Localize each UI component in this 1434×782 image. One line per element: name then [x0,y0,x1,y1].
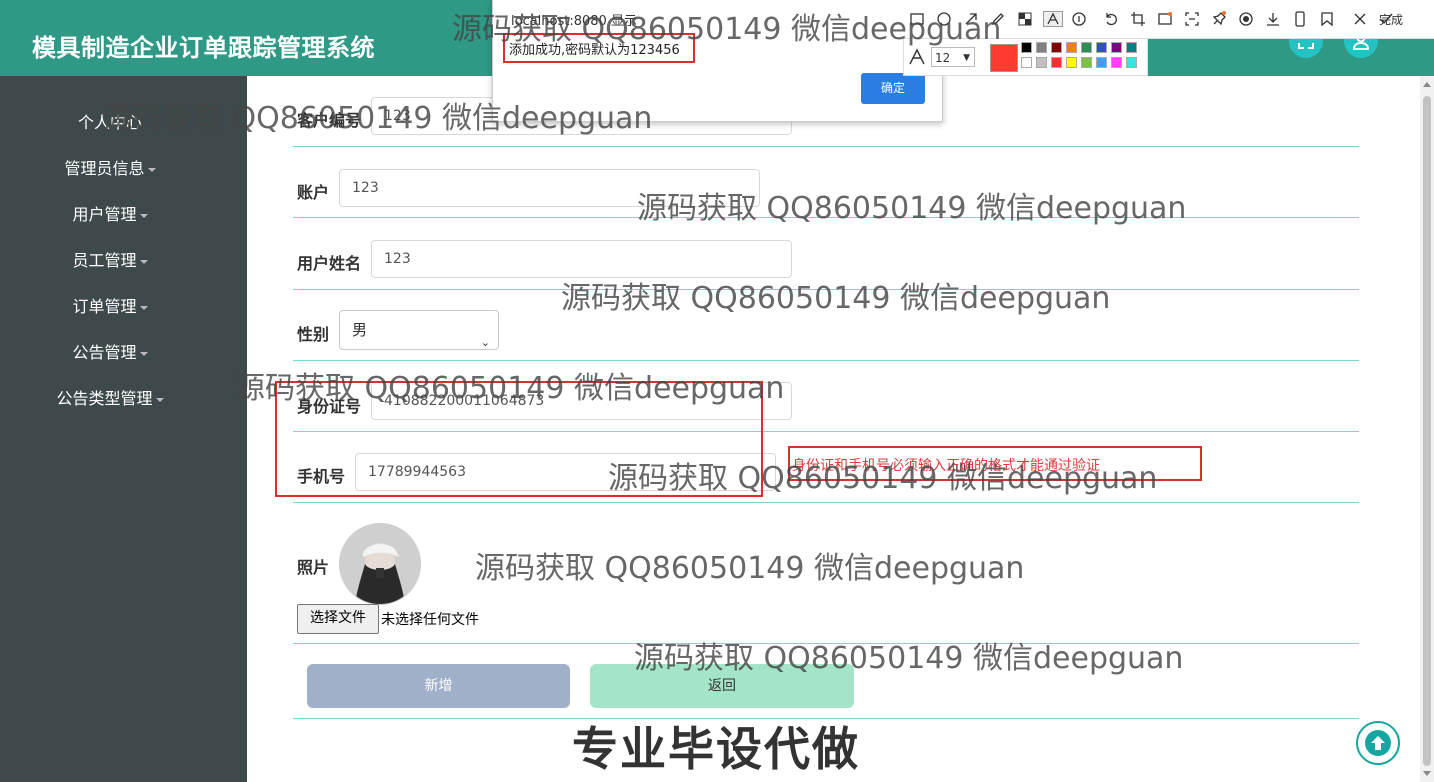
scan-icon[interactable] [1184,11,1200,27]
font-size-value: 12 [935,51,951,65]
back-to-top-button[interactable] [1356,721,1400,765]
row-divider [293,643,1359,644]
arrow-tool-icon[interactable] [963,11,979,27]
annotation-box [503,33,695,63]
user-name-label: 用户姓名 [297,254,362,273]
undo-icon[interactable] [1103,11,1119,27]
arrow-up-icon [1365,730,1391,756]
footer-watermark: 专业毕设代做 [572,722,860,776]
alert-dialog: localhost:8080 显示 添加成功,密码默认为123456 确定 [492,0,943,122]
app-title: 模具制造企业订单跟踪管理系统 [32,34,375,62]
sidebar-item-label: 员工管理 [72,251,137,270]
chevron-down-icon: ⌄ [480,336,490,349]
font-size-select[interactable]: 12 ▼ [931,47,975,67]
sidebar-item-staff-management[interactable]: 员工管理 [0,247,220,271]
crop-icon[interactable] [1130,11,1146,27]
done-button[interactable]: 完成 [1379,11,1403,28]
phone-icon[interactable] [1292,11,1308,27]
serial-number-tool-icon[interactable] [1071,11,1087,27]
color-swatch[interactable] [1096,57,1107,68]
sidebar-item-label: 用户管理 [72,205,137,224]
color-swatch[interactable] [1081,57,1092,68]
photo-thumbnail [340,524,420,604]
gender-label: 性别 [297,325,330,344]
caret-down-icon [147,167,156,172]
scroll-down-icon[interactable] [1423,771,1431,776]
sidebar-item-admin-info[interactable]: 管理员信息 [0,155,220,179]
close-icon[interactable] [1352,11,1368,27]
row-divider [293,360,1359,361]
dialog-title: localhost:8080 显示 [511,14,637,29]
choose-file-button[interactable]: 选择文件 [297,604,379,634]
color-swatch[interactable] [1111,42,1122,53]
color-swatch[interactable] [1051,42,1062,53]
account-input[interactable]: 123 [339,169,760,207]
row-divider [293,146,1359,147]
ocr-icon[interactable] [1157,11,1173,27]
sidebar-item-notice-type-management[interactable]: 公告类型管理 [0,385,220,409]
gender-select-value: 男 [352,321,368,339]
color-swatch[interactable] [1126,57,1137,68]
add-button[interactable]: 新增 [307,664,570,708]
color-swatch[interactable] [1051,57,1062,68]
scrollbar[interactable] [1420,76,1434,782]
sidebar-item-user-management[interactable]: 用户管理 [0,201,220,225]
account-label: 账户 [297,183,330,202]
text-tool-icon[interactable] [1043,11,1063,27]
gender-select[interactable]: 男 ⌄ [339,310,499,350]
annotation-box [788,446,1202,481]
color-swatch[interactable] [1111,57,1122,68]
download-icon[interactable] [1265,11,1281,27]
photo-label: 照片 [297,558,330,577]
color-swatch[interactable] [1126,42,1137,53]
sidebar-item-order-management[interactable]: 订单管理 [0,293,220,317]
font-color-panel: 12 ▼ [903,38,1148,76]
sidebar-item-personal-center[interactable]: 个人中心 [0,109,220,133]
bookmark-icon[interactable] [1319,11,1335,27]
caret-down-icon [139,259,148,264]
pin-icon[interactable] [1211,11,1227,27]
sidebar-item-label: 订单管理 [72,297,137,316]
file-status: 未选择任何文件 [381,612,479,628]
caret-down-icon [139,305,148,310]
color-swatch[interactable] [1096,42,1107,53]
row-divider [293,502,1359,503]
color-swatch[interactable] [1036,57,1047,68]
mosaic-tool-icon[interactable] [1017,11,1033,27]
record-icon[interactable] [1238,11,1254,27]
avatar [339,523,421,605]
scrollbar-thumb[interactable] [1423,96,1431,766]
caret-down-icon [155,397,164,402]
annotation-toolbar [903,0,1434,39]
sidebar-item-notice-management[interactable]: 公告管理 [0,339,220,363]
sidebar-item-label: 个人中心 [77,113,142,132]
color-swatch[interactable] [1021,42,1032,53]
caret-down-icon [139,351,148,356]
color-swatch[interactable] [1066,57,1077,68]
back-button[interactable]: 返回 [590,664,854,708]
ellipse-tool-icon[interactable] [936,11,952,27]
row-divider [293,289,1359,290]
color-swatch[interactable] [1021,57,1032,68]
scroll-up-icon[interactable] [1423,82,1431,87]
chevron-down-icon: ▼ [963,53,970,63]
annotation-box [275,381,763,497]
current-color-swatch[interactable] [990,44,1018,72]
color-swatch[interactable] [1066,42,1077,53]
sidebar-item-label: 公告类型管理 [56,389,153,408]
caret-down-icon [139,213,148,218]
rectangle-tool-icon[interactable] [909,11,925,27]
color-swatch[interactable] [1081,42,1092,53]
user-name-input[interactable]: 123 [371,240,792,278]
sidebar: 个人中心 管理员信息 用户管理 员工管理 订单管理 公告管理 公告类型管理 [0,76,247,782]
font-icon [909,48,925,65]
pencil-tool-icon[interactable] [990,11,1006,27]
dialog-ok-button[interactable]: 确定 [861,73,925,104]
color-swatch[interactable] [1036,42,1047,53]
sidebar-item-label: 管理员信息 [64,159,145,178]
sidebar-item-label: 公告管理 [72,343,137,362]
customer-no-label: 客户编号 [297,111,362,130]
row-divider [293,217,1359,218]
